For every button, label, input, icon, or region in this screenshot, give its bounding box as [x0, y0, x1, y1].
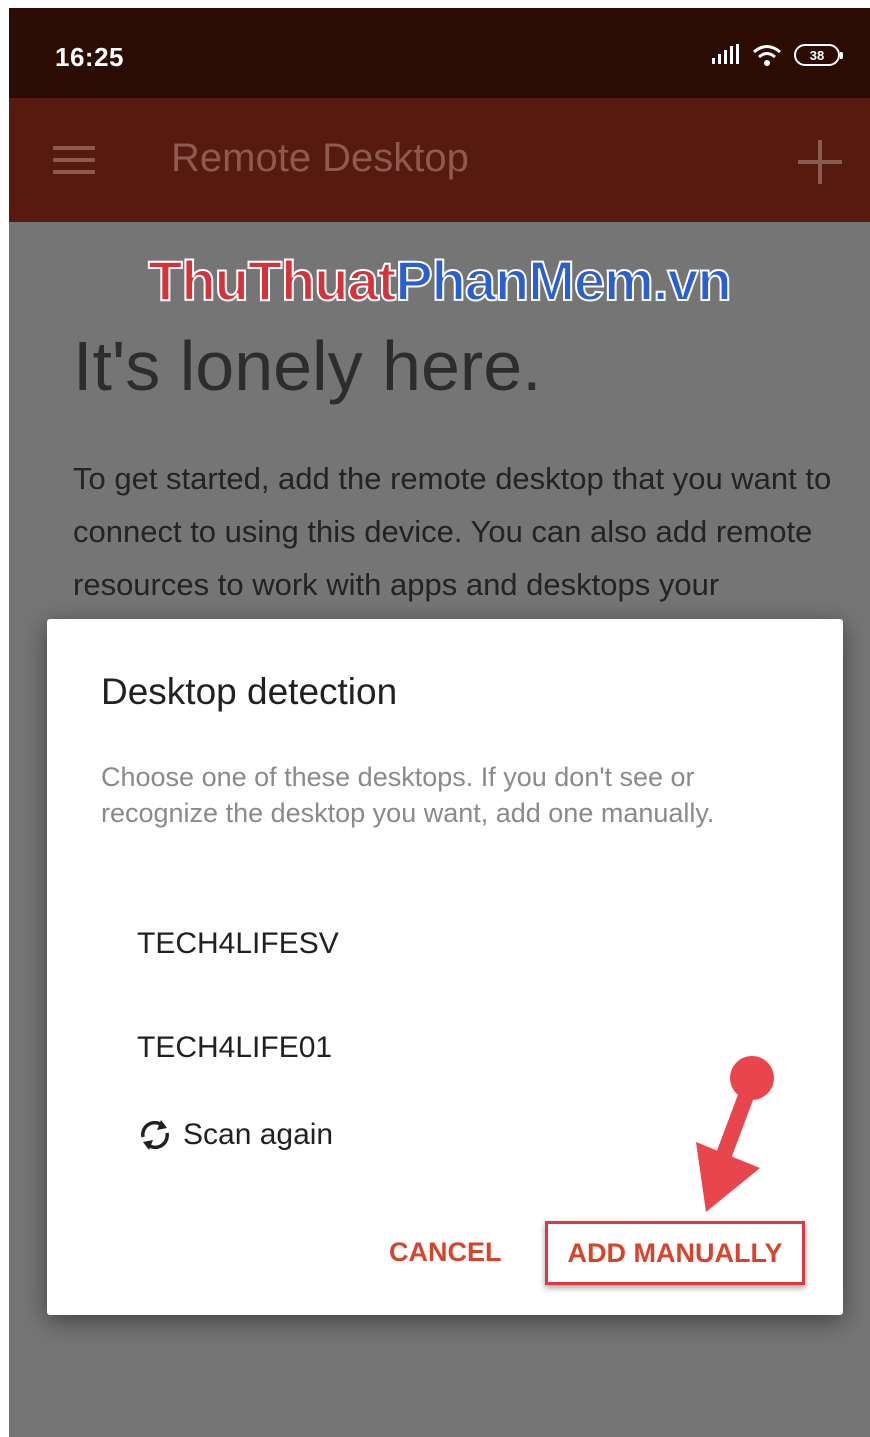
status-bar: 16:25 38 [9, 8, 870, 98]
dialog-actions: CANCEL ADD MANUALLY [47, 1221, 843, 1289]
menu-icon[interactable] [53, 146, 99, 176]
watermark-part-2: PhanMem [394, 248, 654, 313]
cancel-button[interactable]: CANCEL [389, 1237, 502, 1268]
add-icon[interactable] [798, 140, 842, 184]
desktop-item-tech4life01[interactable]: TECH4LIFE01 [137, 1031, 332, 1065]
refresh-icon [141, 1120, 169, 1150]
watermark-part-1: ThuThuat [147, 248, 397, 313]
empty-state-title: It's lonely here. [73, 327, 542, 405]
scan-again-button[interactable]: Scan again [135, 1115, 333, 1155]
phone-screen: 16:25 38 Remote Desktop ThuThuatPhanMem.… [9, 8, 870, 1437]
dialog-title: Desktop detection [101, 671, 398, 712]
battery-icon: 38 [794, 44, 843, 66]
app-title: Remote Desktop [171, 136, 469, 180]
desktop-item-tech4lifesv[interactable]: TECH4LIFESV [137, 927, 339, 961]
status-icons: 38 [710, 40, 843, 70]
add-manually-button[interactable]: ADD MANUALLY [545, 1221, 805, 1285]
watermark-logo: ThuThuatPhanMem.vn [9, 248, 870, 313]
watermark-part-3: .vn [652, 248, 733, 313]
desktop-detection-dialog: Desktop detection Choose one of these de… [47, 619, 843, 1315]
empty-state-body: To get started, add the remote desktop t… [73, 461, 832, 622]
scan-again-label: Scan again [183, 1118, 334, 1151]
status-time: 16:25 [55, 42, 124, 72]
battery-level: 38 [809, 47, 825, 63]
wifi-icon [753, 45, 781, 66]
app-bar: Remote Desktop [9, 98, 870, 222]
dialog-message: Choose one of these desktops. If you don… [101, 762, 715, 828]
signal-icon [712, 44, 739, 64]
